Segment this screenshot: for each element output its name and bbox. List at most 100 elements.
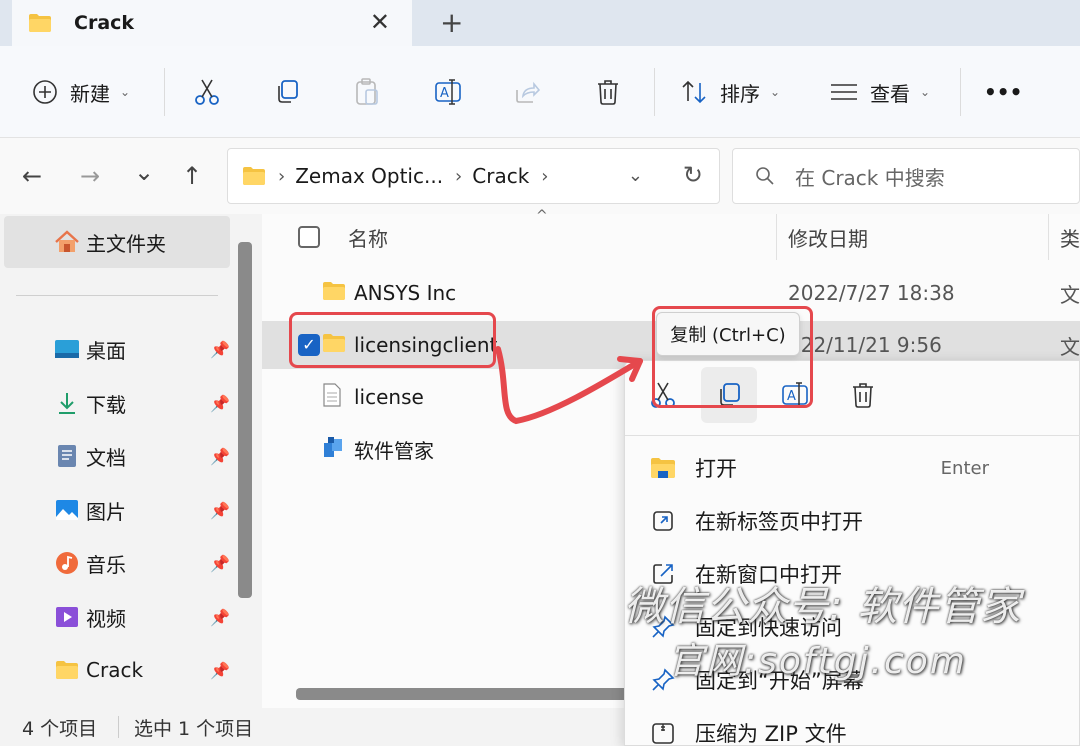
navigation-pane: 主文件夹 桌面 📌 下载 📌 文档 📌 图片 📌 音乐 📌 视频 📌 Crack… [0,214,262,708]
new-button[interactable]: 新建 ⌄ [32,46,130,138]
sort-button[interactable]: 排序 ⌄ [680,46,780,138]
pin-icon[interactable]: 📌 [210,501,230,520]
column-header-type[interactable]: 类 [1060,214,1080,260]
navigation-bar: ← → ⌄ ↑ › Zemax Optic... › Crack › ⌄ ↻ 在… [0,138,1080,214]
sidebar-item-label: 图片 [86,499,126,524]
breadcrumb-zemax[interactable]: Zemax Optic... [295,164,443,188]
context-rename-button[interactable]: A [767,367,823,423]
copy-tooltip: 复制 (Ctrl+C) [656,312,800,356]
column-divider[interactable] [776,214,777,260]
file-type: 文 [1060,282,1080,307]
svg-text:A: A [787,389,796,404]
file-modified: 2022/7/27 18:38 [788,281,955,305]
sidebar-item-label: 视频 [86,606,126,631]
file-name: license [354,385,424,409]
sidebar-item-label: 下载 [86,392,126,417]
sidebar-divider [16,295,218,296]
close-tab-icon[interactable]: ✕ [370,8,390,36]
forward-button[interactable]: → [80,162,100,190]
address-bar[interactable]: › Zemax Optic... › Crack › ⌄ ↻ [227,148,720,204]
annotation-arrow [495,346,643,425]
sidebar-item-desktop[interactable]: 桌面 📌 [54,329,230,369]
chevron-down-icon[interactable]: ⌄ [628,165,643,186]
tab-crack[interactable]: Crack ✕ [12,0,412,46]
up-button[interactable]: ↑ [182,162,202,190]
sidebar-item-documents[interactable]: 文档 📌 [54,436,230,476]
breadcrumb-crack[interactable]: Crack [472,164,529,188]
sidebar-item-pictures[interactable]: 图片 📌 [54,490,230,530]
title-bar: Crack ✕ + [0,0,1080,46]
context-copy-button[interactable] [701,367,757,423]
pin-icon[interactable]: 📌 [210,608,230,627]
copy-icon [278,80,298,103]
menu-item-compress-zip[interactable]: 压缩为 ZIP 文件 [649,708,1069,746]
new-tab-button[interactable]: + [440,6,463,39]
pin-icon[interactable]: 📌 [210,447,230,466]
pin-icon[interactable]: 📌 [210,661,230,680]
new-tab-icon [649,507,677,535]
video-icon [54,604,80,630]
item-count: 4 个项目 [22,717,98,740]
file-type: 文 [1060,334,1080,359]
sort-label: 排序 [720,81,760,106]
column-header-name[interactable]: 名称 [348,214,388,260]
horizontal-scrollbar[interactable] [296,688,636,700]
context-delete-button[interactable] [835,367,891,423]
row-checkbox[interactable]: ✓ [298,334,320,356]
column-header-modified[interactable]: 修改日期 [788,214,868,260]
menu-item-open[interactable]: 打开 Enter [649,443,1069,493]
delete-button[interactable] [596,46,620,138]
sidebar-scrollbar[interactable] [238,242,252,598]
desktop-icon [54,336,80,362]
command-bar: 新建 ⌄ A 排序 ⌄ 查看 ⌄ ••• [0,46,1080,138]
tab-title: Crack [74,12,135,34]
menu-item-label: 打开 [695,457,737,481]
trash-icon [853,383,873,408]
chevron-right-icon[interactable]: › [455,166,462,187]
sidebar-item-crack[interactable]: Crack 📌 [54,650,230,690]
pin-icon[interactable]: 📌 [210,340,230,359]
sidebar-item-home[interactable]: 主文件夹 [4,216,230,268]
pin-icon[interactable]: 📌 [210,554,230,573]
sort-ascending-icon: ^ [536,208,548,224]
pin-icon[interactable]: 📌 [210,394,230,413]
chevron-down-icon: ⌄ [920,85,931,99]
rename-icon: A [782,382,808,408]
menu-item-open-new-tab[interactable]: 在新标签页中打开 [649,496,1069,546]
rename-button[interactable]: A [434,46,462,138]
chevron-down-icon: ⌄ [120,85,131,99]
view-button[interactable]: 查看 ⌄ [830,46,930,138]
more-button[interactable]: ••• [984,46,1022,138]
file-modified: 022/11/21 9:56 [788,333,942,357]
select-all-checkbox[interactable] [298,226,320,248]
folder-icon [243,167,265,185]
column-divider[interactable] [1048,214,1049,260]
sidebar-item-downloads[interactable]: 下载 📌 [54,383,230,423]
search-box[interactable]: 在 Crack 中搜索 [732,148,1080,204]
file-name: ANSYS Inc [354,281,457,305]
copy-icon [720,383,740,406]
sidebar-item-videos[interactable]: 视频 📌 [54,597,230,637]
zip-icon [649,719,677,746]
app-icon [324,437,342,457]
sidebar-item-label: 音乐 [86,552,126,577]
folder-icon [54,657,80,683]
watermark-line1: 微信公众号: 软件管家 [624,584,1022,630]
table-row[interactable]: ANSYS Inc 2022/7/27 18:38 文 [262,269,1080,317]
copy-button[interactable] [274,46,300,138]
sidebar-item-music[interactable]: 音乐 📌 [54,543,230,583]
refresh-icon[interactable]: ↻ [683,161,703,189]
paste-button[interactable] [354,46,380,138]
chevron-right-icon: › [278,165,286,187]
cut-button[interactable] [194,46,220,138]
watermark-line2: 官网:softgj.com [668,641,967,682]
folder-icon [29,14,51,32]
picture-icon [54,497,80,523]
toolbar-divider [960,68,961,116]
back-button[interactable]: ← [22,162,42,190]
share-button[interactable] [514,46,540,138]
context-menu: A 打开 Enter 在新标签页中打开 在新窗口中打开 固定到快速访问 固定到“… [624,360,1080,746]
chevron-right-icon[interactable]: › [541,166,548,187]
recent-locations-button[interactable]: ⌄ [134,158,154,186]
svg-text:A: A [440,86,449,101]
